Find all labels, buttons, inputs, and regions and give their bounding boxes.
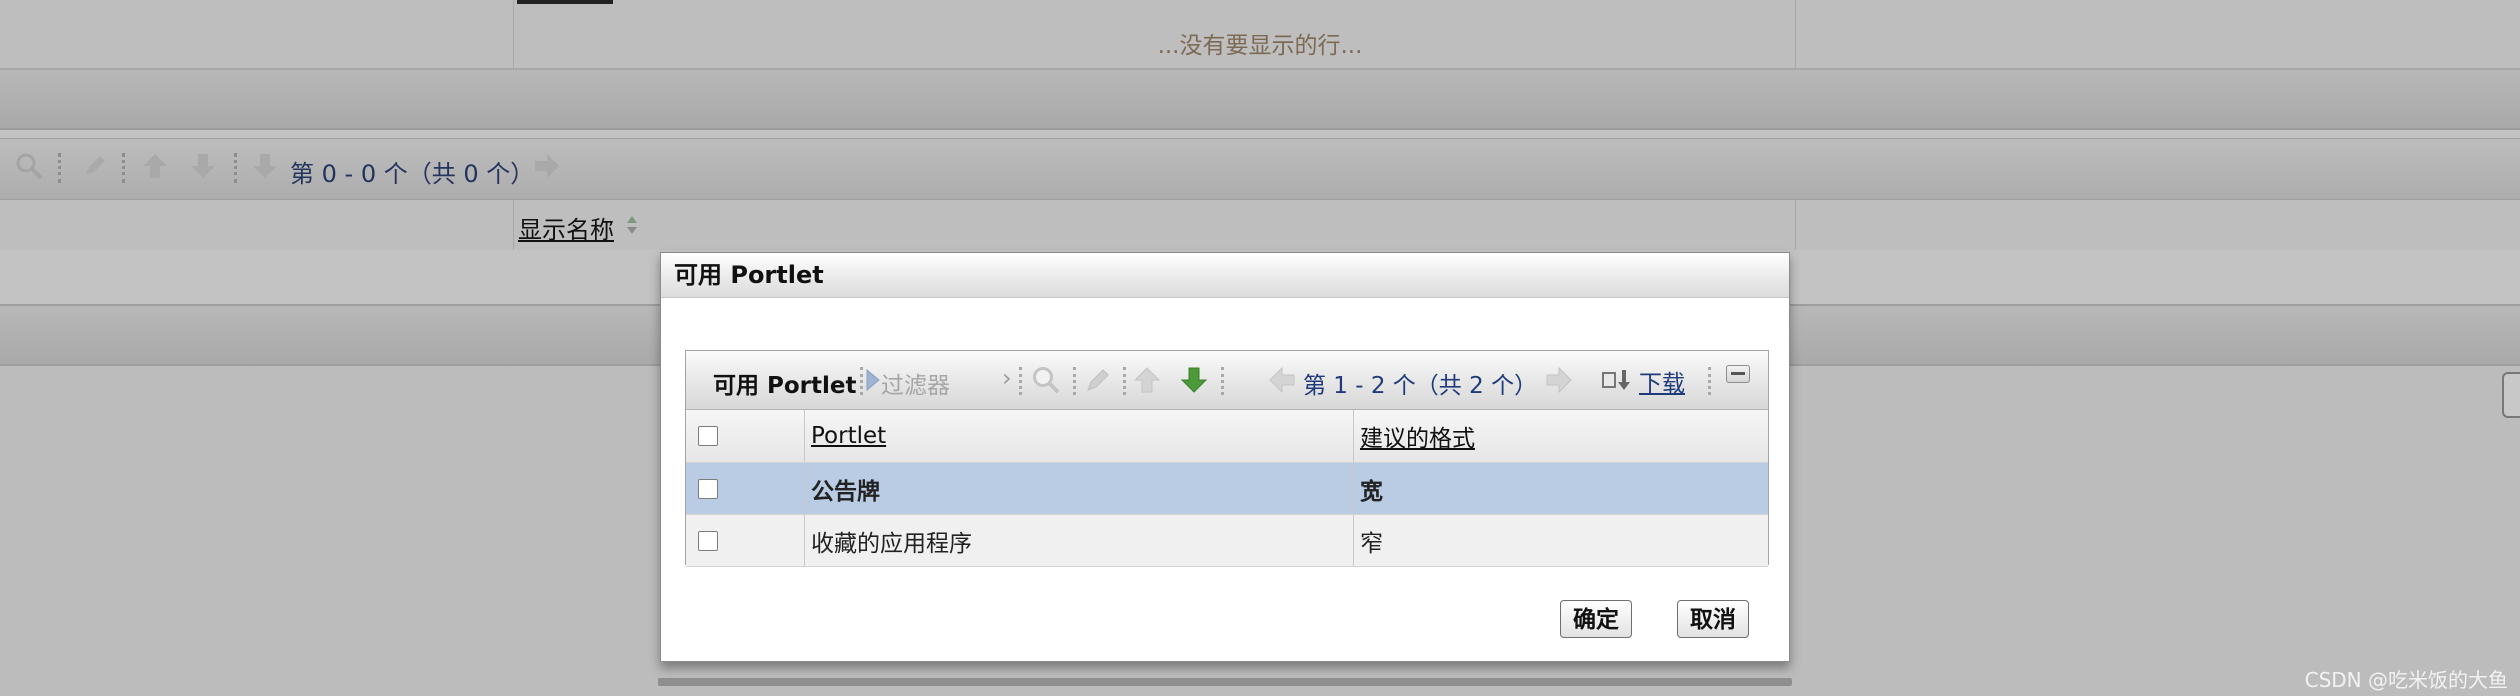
toolbar-separator [1708,367,1714,395]
sort-icon[interactable] [625,214,639,236]
available-portlets-dialog: 可用 Portlet 可用 Portlet 过滤器 › 第 1 - 2 个（共 … [660,252,1790,662]
next-page-icon[interactable] [1543,364,1575,396]
search-icon [14,151,44,181]
previous-page-icon [250,151,280,181]
search-icon[interactable] [1030,364,1062,396]
filter-button[interactable]: 过滤器 [881,366,950,400]
dialog-title: 可用 Portlet [661,253,1789,298]
minimize-icon[interactable] [1726,365,1750,383]
portlet-header-link[interactable]: Portlet [811,423,886,449]
select-all-checkbox[interactable] [698,426,718,446]
format-cell: 宽 [1353,462,1768,515]
next-page-icon [532,151,562,181]
background-column-header-row: 显示名称 [0,200,2520,250]
previous-page-icon[interactable] [1266,364,1298,396]
portlet-column-header: Portlet [804,410,1354,463]
table-header-row: Portlet 建议的格式 [686,410,1768,463]
background-spacer [0,130,2520,138]
dialog-bottom-shadow [658,678,1792,686]
row-checkbox-cell [686,462,805,515]
format-header-link[interactable]: 建议的格式 [1360,426,1475,452]
toolbar-separator [1019,367,1025,395]
table-row[interactable]: 收藏的应用程序 窄 [686,514,1768,567]
download-icon[interactable] [1600,364,1632,396]
toolbar-separator [234,153,241,183]
ok-button[interactable]: 确定 [1560,600,1632,638]
portlet-name-cell: 公告牌 [804,462,1354,515]
empty-results-message: ...没有要显示的行... [1157,33,1363,59]
edit-icon[interactable] [1082,364,1114,396]
edit-icon [80,151,110,181]
background-toolbar: 第 0 - 0 个（共 0 个） [0,138,2520,200]
download-link[interactable]: 下载 [1639,364,1685,398]
chevron-right-icon: › [1002,364,1012,392]
toolbar-separator [1073,367,1079,395]
toolbar-separator [58,153,65,183]
portlet-table: Portlet 建议的格式 公告牌 宽 收藏的应用程序 窄 [686,410,1768,567]
format-column-header: 建议的格式 [1353,410,1768,463]
toolbar-separator [122,153,129,183]
row-checkbox[interactable] [698,478,718,499]
row-checkbox-cell [686,514,805,567]
active-tab-marker [517,0,613,4]
select-all-cell [686,410,805,463]
move-down-icon [188,151,218,181]
background-edge-button [2502,372,2520,418]
move-up-icon [140,151,170,181]
watermark: CSDN @吃米饭的大鱼 [2304,668,2508,692]
filter-icon [866,368,880,392]
panel-title: 可用 Portlet [713,373,857,399]
row-checkbox[interactable] [698,530,718,551]
portlet-panel: 可用 Portlet 过滤器 › 第 1 - 2 个（共 2 个） 下载 Por… [685,350,1769,567]
toolbar-separator [1123,367,1129,395]
background-footer-bar [0,70,2520,130]
move-down-icon[interactable] [1178,364,1210,396]
display-name-column-header[interactable]: 显示名称 [518,210,614,245]
table-row[interactable]: 公告牌 宽 [686,462,1768,515]
panel-pager-text: 第 1 - 2 个（共 2 个） [1303,373,1538,399]
background-results-area: ...没有要显示的行... [0,0,2520,70]
format-cell: 窄 [1353,514,1768,567]
column-divider [513,200,514,250]
background-pager-text: 第 0 - 0 个（共 0 个） [290,160,535,188]
panel-toolbar: 可用 Portlet 过滤器 › 第 1 - 2 个（共 2 个） 下载 [686,351,1768,410]
column-divider [1795,200,1796,250]
cancel-button[interactable]: 取消 [1677,600,1749,638]
toolbar-separator [1221,367,1227,395]
move-up-icon[interactable] [1131,364,1163,396]
portlet-name-cell: 收藏的应用程序 [804,514,1354,567]
